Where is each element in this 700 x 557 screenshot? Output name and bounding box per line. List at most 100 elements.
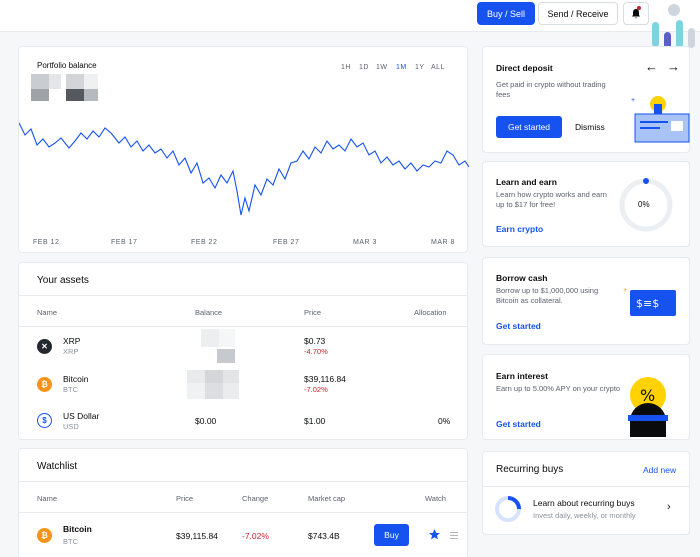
asset-symbol: BTC (63, 385, 78, 394)
recurring-item-title: Learn about recurring buys (533, 498, 635, 508)
date-label: FEB 22 (191, 239, 218, 246)
direct-deposit-desc: Get paid in crypto without trading fees (496, 80, 606, 99)
bitcoin-icon: ₿ (37, 377, 52, 392)
portfolio-card: Portfolio balance 1H 1D 1W 1M 1Y ALL FEB… (18, 46, 469, 253)
asset-symbol: USD (63, 422, 79, 431)
borrow-title: Borrow cash (496, 273, 548, 283)
balance-blur (31, 74, 111, 101)
range-1h[interactable]: 1H (341, 64, 351, 71)
borrow-desc: Borrow up to $1,000,000 using Bitcoin as… (496, 286, 599, 305)
recurring-chart-icon (495, 496, 521, 522)
svg-text:+: + (631, 97, 635, 104)
date-label: FEB 12 (33, 239, 60, 246)
cash-illustration-icon: $≡$ + (623, 287, 676, 316)
range-1w[interactable]: 1W (376, 64, 388, 71)
dismiss-button[interactable]: Dismiss (575, 122, 605, 132)
portfolio-line-chart (19, 122, 469, 216)
table-row[interactable]: $ US Dollar USD $0.00 $1.00 0% (19, 403, 467, 439)
earn-crypto-link[interactable]: Earn crypto (496, 224, 543, 234)
col-change: Change (242, 494, 269, 503)
xrp-icon: ✕ (37, 339, 52, 354)
range-1d[interactable]: 1D (359, 64, 369, 71)
asset-name: XRP (63, 336, 81, 346)
borrow-card: Borrow cash Borrow up to $1,000,000 usin… (482, 257, 690, 345)
range-1y[interactable]: 1Y (415, 64, 425, 71)
bitcoin-icon: ₿ (37, 528, 52, 543)
buy-button[interactable]: Buy (374, 524, 409, 546)
direct-deposit-card: Direct deposit ← → Get paid in crypto wi… (482, 46, 690, 153)
asset-price: $1.00 (304, 416, 326, 426)
send-receive-button[interactable]: Send / Receive (538, 2, 618, 25)
asset-symbol: XRP (63, 347, 79, 356)
add-new-link[interactable]: Add new (643, 465, 676, 475)
interest-desc: Earn up to 5.00% APY on your crypto (496, 384, 621, 393)
col-price: Price (304, 308, 322, 317)
usd-icon: $ (37, 413, 52, 428)
watch-change: -7.02% (242, 531, 269, 541)
watch-name: Bitcoin (63, 524, 92, 534)
col-watch: Watch (425, 494, 446, 503)
range-all[interactable]: ALL (431, 64, 445, 71)
asset-price: $0.73 (304, 336, 326, 346)
learn-earn-desc: Learn how crypto works and earn up to $1… (496, 190, 607, 209)
table-row[interactable]: ✕ XRP XRP $0.73 -4.70% (19, 327, 467, 365)
interest-card: Earn interest Earn up to 5.00% APY on yo… (482, 354, 690, 440)
col-allocation: Allocation (414, 308, 447, 317)
range-1m[interactable]: 1M (396, 64, 407, 71)
table-row[interactable]: ₿ Bitcoin BTC $39,115.84 -7.02% $743.4B … (19, 513, 467, 553)
date-label: FEB 17 (111, 239, 138, 246)
get-started-button[interactable]: Get started (496, 116, 562, 138)
watch-symbol: BTC (63, 537, 78, 546)
direct-deposit-title: Direct deposit (496, 63, 553, 73)
asset-allocation: 0% (438, 416, 451, 426)
assets-title: Your assets (37, 275, 89, 286)
date-label: MAR 3 (353, 239, 377, 246)
asset-balance: $0.00 (195, 416, 217, 426)
asset-change: -7.02% (304, 385, 328, 394)
col-price: Price (176, 494, 194, 503)
chevron-right-icon: › (667, 501, 671, 513)
prev-arrow-icon[interactable]: ← (645, 59, 658, 74)
borrow-get-started-link[interactable]: Get started (496, 321, 541, 331)
recurring-card: Recurring buys Add new Learn about recur… (482, 451, 690, 535)
watchlist-card: Watchlist Name Price Change Market cap W… (18, 448, 468, 557)
watch-price: $39,115.84 (176, 531, 218, 541)
notifications-button[interactable] (623, 2, 649, 25)
watch-market-cap: $743.4B (308, 531, 340, 541)
col-balance: Balance (195, 308, 223, 317)
interest-title: Earn interest (496, 371, 548, 381)
portfolio-title: Portfolio balance (37, 61, 97, 70)
next-arrow-icon[interactable]: → (667, 59, 680, 74)
date-label: MAR 8 (431, 239, 455, 246)
table-row[interactable]: ₿ Bitcoin BTC $39,116.84 -7.02% (19, 365, 467, 403)
drag-handle-icon[interactable] (450, 531, 458, 539)
assets-card: Your assets Name Balance Price Allocatio… (18, 262, 468, 440)
star-icon[interactable] (428, 528, 441, 541)
col-name: Name (37, 308, 58, 317)
asset-price: $39,116.84 (304, 374, 346, 384)
recurring-learn-item[interactable]: Learn about recurring buys Invest daily,… (483, 487, 689, 535)
notification-dot (637, 6, 641, 10)
learn-earn-title: Learn and earn (496, 177, 557, 187)
asset-name: Bitcoin (63, 374, 89, 384)
col-market-cap: Market cap (308, 494, 346, 503)
asset-change: -4.70% (304, 347, 328, 356)
check-deposit-illustration-icon: + (631, 96, 690, 143)
top-bar: Buy / Sell Send / Receive (0, 0, 700, 52)
divider (19, 481, 467, 482)
recurring-title: Recurring buys (496, 464, 564, 475)
interest-get-started-link[interactable]: Get started (496, 419, 541, 429)
buy-sell-button[interactable]: Buy / Sell (477, 2, 535, 25)
svg-text:%: % (640, 386, 655, 405)
divider (19, 295, 467, 296)
asset-name: US Dollar (63, 411, 100, 421)
interest-illustration-icon: % (628, 377, 668, 437)
svg-text:$≡$: $≡$ (636, 297, 659, 310)
col-name: Name (37, 494, 58, 503)
watchlist-title: Watchlist (37, 461, 78, 472)
progress-label: 0% (638, 200, 650, 209)
recurring-item-desc: Invest daily, weekly, or monthly (533, 511, 636, 520)
svg-text:+: + (623, 287, 627, 294)
learn-earn-card: Learn and earn Learn how crypto works an… (482, 161, 690, 247)
date-label: FEB 27 (273, 239, 300, 246)
